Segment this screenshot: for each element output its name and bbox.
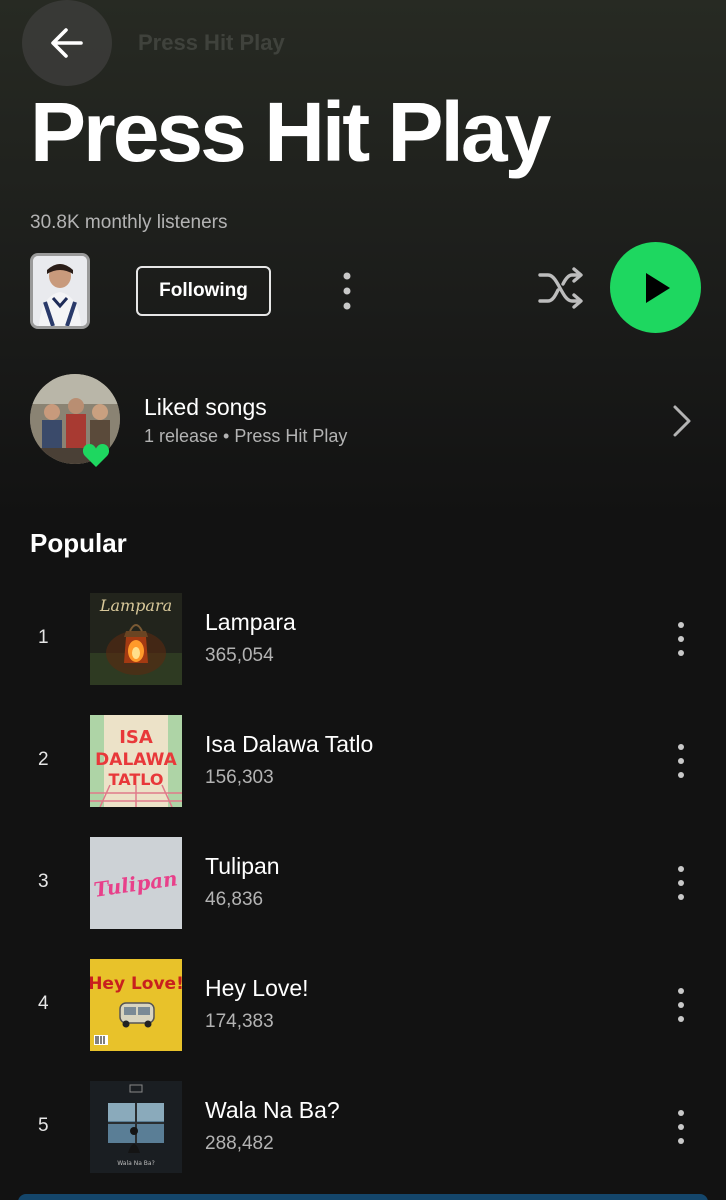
track-rank: 4: [38, 993, 49, 1014]
play-icon: [645, 272, 670, 303]
track-more-button[interactable]: [668, 743, 694, 779]
artist-more-options-button[interactable]: [333, 270, 361, 312]
wala-na-ba-art-text: Wala Na Ba?: [117, 1160, 155, 1167]
now-playing-bar-edge[interactable]: [18, 1194, 708, 1200]
hey-love-art-text: Hey Love!: [90, 974, 182, 994]
track-row[interactable]: 5 Wala Na Ba? Wala Na Ba? 288,482: [0, 1081, 726, 1175]
track-cover-wala-na-ba: Wala Na Ba?: [90, 1081, 182, 1173]
artist-photo: [33, 256, 87, 326]
track-cover-hey-love: Hey Love!: [90, 959, 182, 1051]
artist-thumbnail[interactable]: [30, 253, 90, 329]
track-cover-tulipan: Tulipan: [90, 837, 182, 929]
liked-songs-subtitle: 1 release • Press Hit Play: [144, 426, 348, 446]
chevron-right-icon: [673, 405, 691, 437]
lampara-art-text: Lampara: [99, 596, 172, 615]
track-rank: 3: [38, 871, 49, 892]
track-plays: 174,383: [205, 1011, 274, 1032]
track-cover-lampara: Lampara: [90, 593, 182, 685]
track-plays: 288,482: [205, 1133, 274, 1154]
arrow-left-icon: [51, 28, 83, 58]
track-title: Tulipan: [205, 853, 280, 879]
track-more-button[interactable]: [668, 621, 694, 657]
track-title: Lampara: [205, 609, 296, 635]
track-row[interactable]: 1 Lampara Lampara 365,054: [0, 593, 726, 687]
track-row[interactable]: 2 ISA DALAWA TATLO Isa Dalawa Tatlo 156,…: [0, 715, 726, 809]
liked-songs-row[interactable]: Liked songs 1 release • Press Hit Play: [30, 374, 700, 470]
track-more-button[interactable]: [668, 865, 694, 901]
track-row[interactable]: 4 Hey Love! Hey Love! 174,383: [0, 959, 726, 1053]
popular-heading: Popular: [30, 528, 127, 558]
track-cover-isa-dalawa-tatlo: ISA DALAWA TATLO: [90, 715, 182, 807]
vertical-dots-icon: [678, 1110, 684, 1144]
track-title: Wala Na Ba?: [205, 1097, 340, 1123]
monthly-listeners: 30.8K monthly listeners: [30, 212, 228, 233]
liked-songs-title: Liked songs: [144, 394, 267, 420]
vertical-dots-icon: [678, 866, 684, 900]
track-plays: 365,054: [205, 645, 274, 666]
track-rank: 5: [38, 1115, 49, 1136]
art-text-tatlo: TATLO: [109, 770, 164, 789]
vertical-dots-icon: [678, 744, 684, 778]
shuffle-icon: [538, 267, 583, 309]
vertical-dots-icon: [678, 988, 684, 1022]
art-text-isa: ISA: [119, 727, 153, 748]
vertical-dots-icon: [678, 622, 684, 656]
play-button[interactable]: [610, 242, 701, 333]
header-title: Press Hit Play: [138, 30, 285, 55]
track-more-button[interactable]: [668, 987, 694, 1023]
track-plays: 156,303: [205, 767, 274, 788]
track-row[interactable]: 3 Tulipan Tulipan 46,836: [0, 837, 726, 931]
art-text-dalawa: DALAWA: [95, 750, 177, 770]
following-button[interactable]: Following: [136, 266, 271, 316]
track-more-button[interactable]: [668, 1109, 694, 1145]
heart-icon: [82, 444, 110, 467]
track-rank: 1: [38, 627, 49, 648]
artist-name: Press Hit Play: [30, 85, 551, 179]
back-button[interactable]: [22, 0, 112, 86]
shuffle-button[interactable]: [536, 265, 586, 311]
vertical-dots-icon: [343, 272, 351, 310]
track-title: Hey Love!: [205, 975, 309, 1001]
track-title: Isa Dalawa Tatlo: [205, 731, 374, 757]
track-rank: 2: [38, 749, 49, 770]
track-plays: 46,836: [205, 889, 264, 910]
